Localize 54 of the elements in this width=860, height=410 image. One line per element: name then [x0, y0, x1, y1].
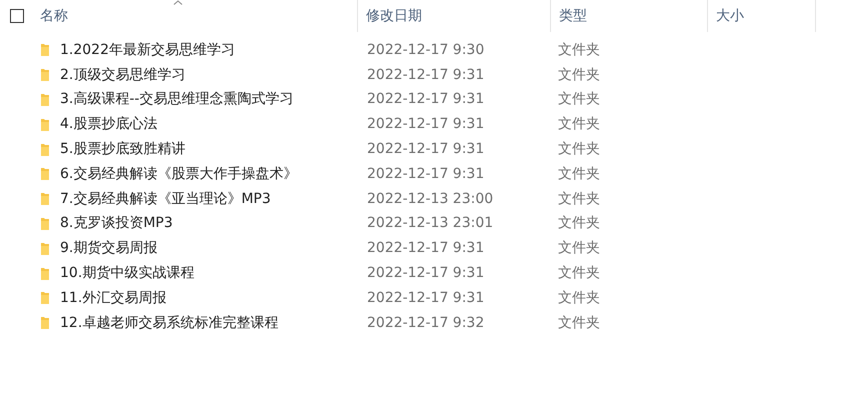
folder-icon: [40, 118, 50, 132]
file-name: 6.交易经典解读《股票大作手操盘术》: [60, 164, 298, 184]
modified-date: 2022-12-17 9:31: [367, 164, 486, 184]
select-all-checkbox[interactable]: [10, 9, 24, 23]
file-name: 1.2022年最新交易思维学习: [60, 40, 236, 60]
folder-icon: [40, 167, 50, 182]
folder-icon: [40, 266, 50, 281]
modified-date: 2022-12-17 9:31: [367, 115, 486, 134]
file-name: 10.期货中级实战课程: [60, 264, 196, 284]
column-header[interactable]: 名称: [28, 0, 358, 32]
file-type: 文件夹: [558, 264, 600, 284]
file-type: 文件夹: [558, 140, 600, 160]
folder-icon: [40, 242, 50, 256]
folder-icon: [40, 291, 50, 306]
file-type: 文件夹: [558, 239, 600, 258]
sort-up-icon: [172, 0, 183, 5]
modified-date: 2022-12-17 9:31: [367, 239, 486, 258]
modified-date: 2022-12-17 9:30: [367, 40, 486, 60]
modified-date: 2022-12-17 9:31: [367, 140, 486, 160]
column-header[interactable]: 类型: [551, 0, 708, 32]
file-name: 3.高级课程--交易思维理念熏陶式学习: [60, 90, 294, 110]
modified-date: 2022-12-17 9:31: [367, 66, 486, 85]
modified-date: 2022-12-17 9:32: [367, 314, 486, 333]
file-type: 文件夹: [558, 90, 600, 110]
file-name: 8.克罗谈投资MP3: [60, 214, 174, 234]
file-type: 文件夹: [558, 214, 600, 234]
file-type: 文件夹: [558, 288, 600, 308]
modified-date: 2022-12-13 23:00: [367, 190, 494, 209]
column-header[interactable]: 修改日期: [358, 0, 551, 32]
file-name: 11.外汇交易周报: [60, 288, 168, 308]
file-type: 文件夹: [558, 164, 600, 184]
folder-icon: [40, 216, 50, 231]
file-name: 12.卓越老师交易系统标准完整课程: [60, 314, 280, 333]
modified-date: 2022-12-13 23:01: [367, 214, 494, 234]
file-name: 5.股票抄底致胜精讲: [60, 140, 186, 160]
folder-icon: [40, 92, 50, 107]
folder-icon: [40, 192, 50, 206]
folder-icon: [40, 68, 50, 82]
file-name: 9.期货交易周报: [60, 239, 158, 258]
folder-icon: [40, 316, 50, 330]
file-type: 文件夹: [558, 115, 600, 134]
file-name: 7.交易经典解读《亚当理论》MP3: [60, 190, 272, 209]
file-type: 文件夹: [558, 190, 600, 209]
file-type: 文件夹: [558, 314, 600, 333]
folder-icon: [40, 142, 50, 157]
modified-date: 2022-12-17 9:31: [367, 90, 486, 110]
file-name: 2.顶级交易思维学习: [60, 66, 186, 85]
file-type: 文件夹: [558, 40, 600, 60]
folder-icon: [40, 43, 50, 58]
modified-date: 2022-12-17 9:31: [367, 264, 486, 284]
column-header[interactable]: 大小: [708, 0, 816, 32]
file-name: 4.股票抄底心法: [60, 115, 158, 134]
modified-date: 2022-12-17 9:31: [367, 288, 486, 308]
file-type: 文件夹: [558, 66, 600, 85]
